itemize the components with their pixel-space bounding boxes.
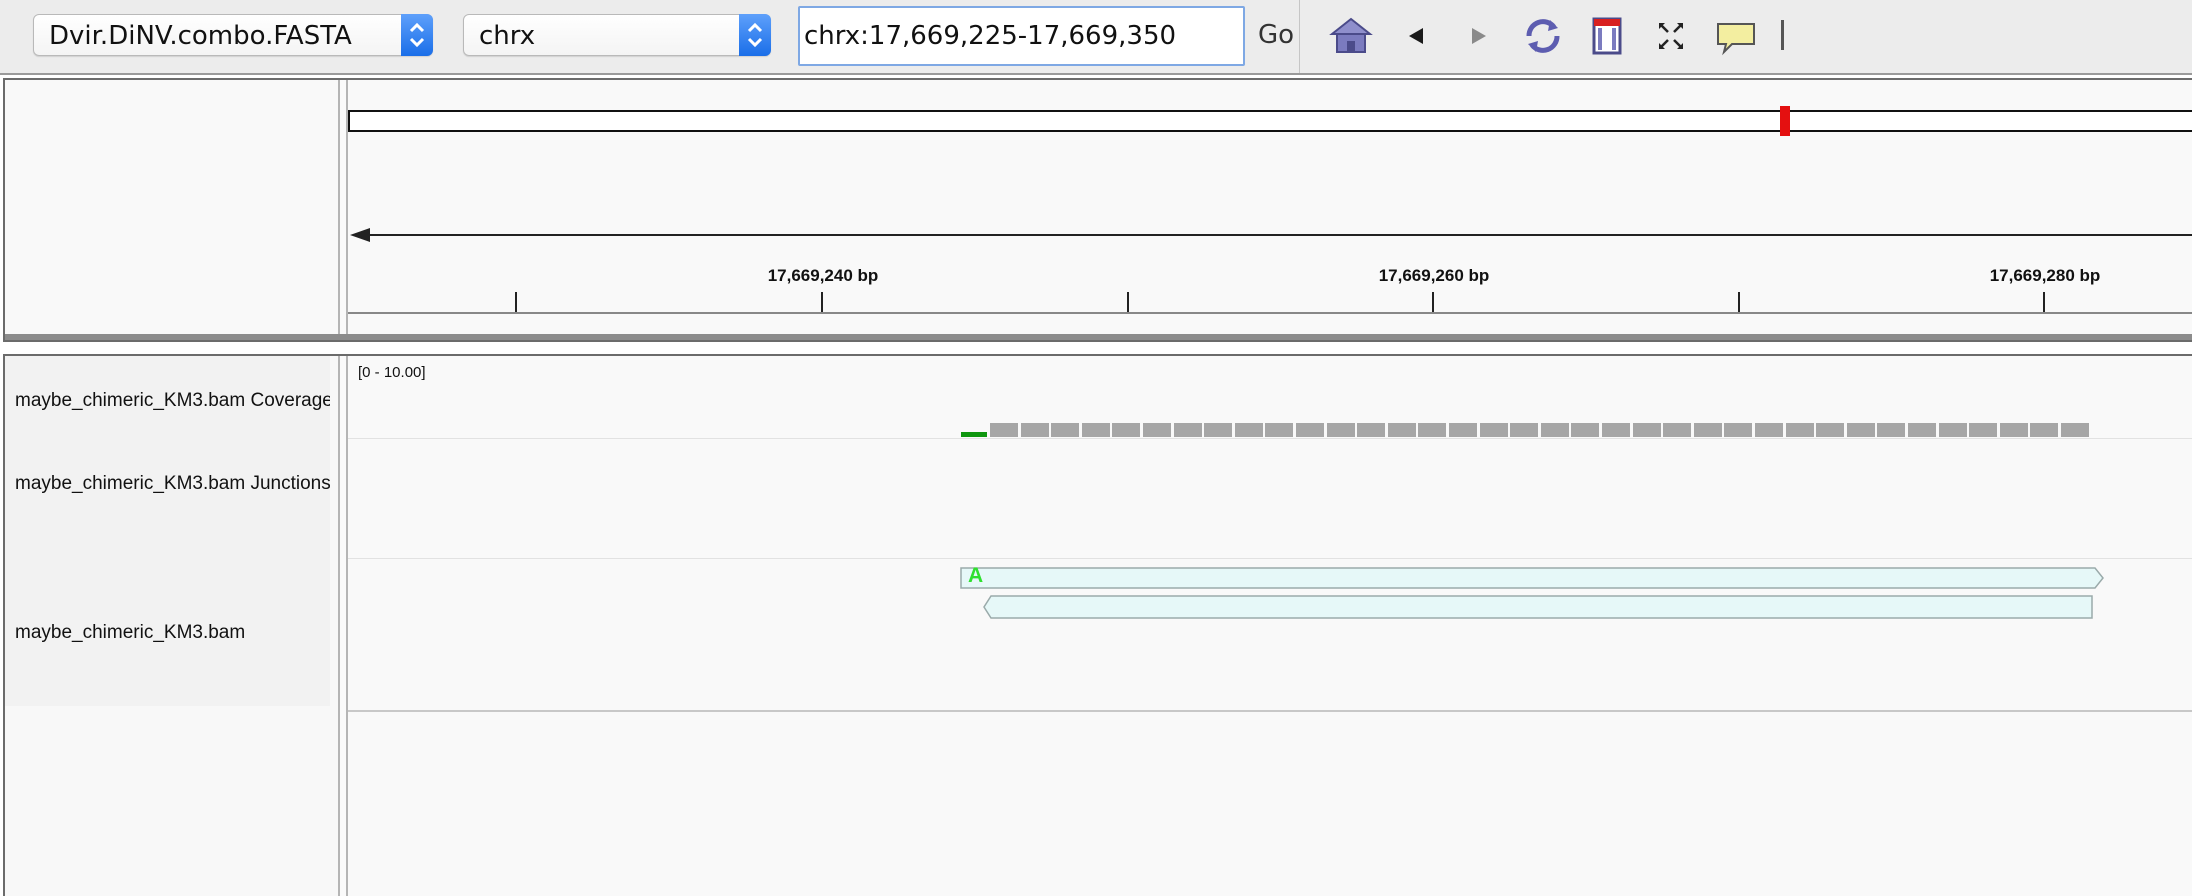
- header-name-panel: [5, 80, 335, 340]
- home-icon[interactable]: [1328, 14, 1374, 58]
- chromosome-ideogram[interactable]: [348, 110, 2192, 132]
- chevron-updown-icon: [739, 14, 771, 56]
- genome-dropdown[interactable]: Dvir.DiNV.combo.FASTA: [33, 14, 433, 56]
- header-divider-bar[interactable]: [5, 334, 2192, 340]
- resize-to-window-icon[interactable]: [1648, 14, 1694, 58]
- refresh-icon[interactable]: [1520, 14, 1566, 58]
- ruler-tick: [1127, 292, 1129, 312]
- track-name-panel: maybe_chimeric_KM3.bam Coverage maybe_ch…: [5, 356, 335, 896]
- strand-line: [360, 234, 2192, 236]
- ruler-baseline: [348, 312, 2192, 314]
- mismatch-base: A: [968, 564, 984, 587]
- ruler-tick-label: 17,669,240 bp: [767, 266, 879, 285]
- go-button[interactable]: Go: [1258, 20, 1294, 50]
- alignment-read-reverse[interactable]: [983, 595, 2093, 619]
- track-name-junctions[interactable]: maybe_chimeric_KM3.bam Junctions: [15, 473, 330, 495]
- toolbar: Dvir.DiNV.combo.FASTA chrx Go: [0, 0, 2192, 75]
- track-name-coverage[interactable]: maybe_chimeric_KM3.bam Coverage: [15, 390, 330, 412]
- ruler-tick: [1432, 292, 1434, 312]
- forward-arrow-icon[interactable]: [1456, 14, 1502, 58]
- ruler-tick-label: 17,669,280 bp: [1989, 266, 2101, 285]
- toolbar-divider: [1299, 0, 1300, 73]
- chevron-updown-icon: [401, 14, 433, 56]
- ideogram-current-region-marker: [1780, 106, 1790, 136]
- ruler-tick: [515, 292, 517, 312]
- ruler-tick-label: 17,669,260 bp: [1378, 266, 1490, 285]
- panel-divider[interactable]: [338, 80, 348, 340]
- popup-info-icon[interactable]: [1714, 14, 1760, 58]
- data-panel: maybe_chimeric_KM3.bam Coverage maybe_ch…: [3, 354, 2192, 896]
- ruler-tick: [821, 292, 823, 312]
- ruler-tick: [1738, 292, 1740, 312]
- back-arrow-icon[interactable]: [1393, 14, 1439, 58]
- panel-divider[interactable]: [338, 356, 348, 896]
- genome-dropdown-value: Dvir.DiNV.combo.FASTA: [49, 21, 352, 51]
- track-data-area[interactable]: [0 - 10.00] A: [348, 356, 2192, 896]
- toolbar-separator-icon: [1778, 14, 1788, 58]
- locus-search-input[interactable]: [798, 6, 1245, 66]
- chromosome-dropdown-value: chrx: [479, 21, 536, 51]
- track-name-alignments[interactable]: maybe_chimeric_KM3.bam: [15, 622, 330, 644]
- region-of-interest-icon[interactable]: [1584, 14, 1630, 58]
- track-separator: [348, 710, 2192, 712]
- alignment-track[interactable]: [348, 356, 2192, 896]
- panel-gap: [0, 342, 2192, 354]
- chromosome-dropdown[interactable]: chrx: [463, 14, 771, 56]
- header-panel: 17,669,240 bp 17,669,260 bp 17,669,280 b…: [3, 78, 2192, 342]
- alignment-read-forward[interactable]: [960, 567, 2104, 589]
- ruler-tick: [2043, 292, 2045, 312]
